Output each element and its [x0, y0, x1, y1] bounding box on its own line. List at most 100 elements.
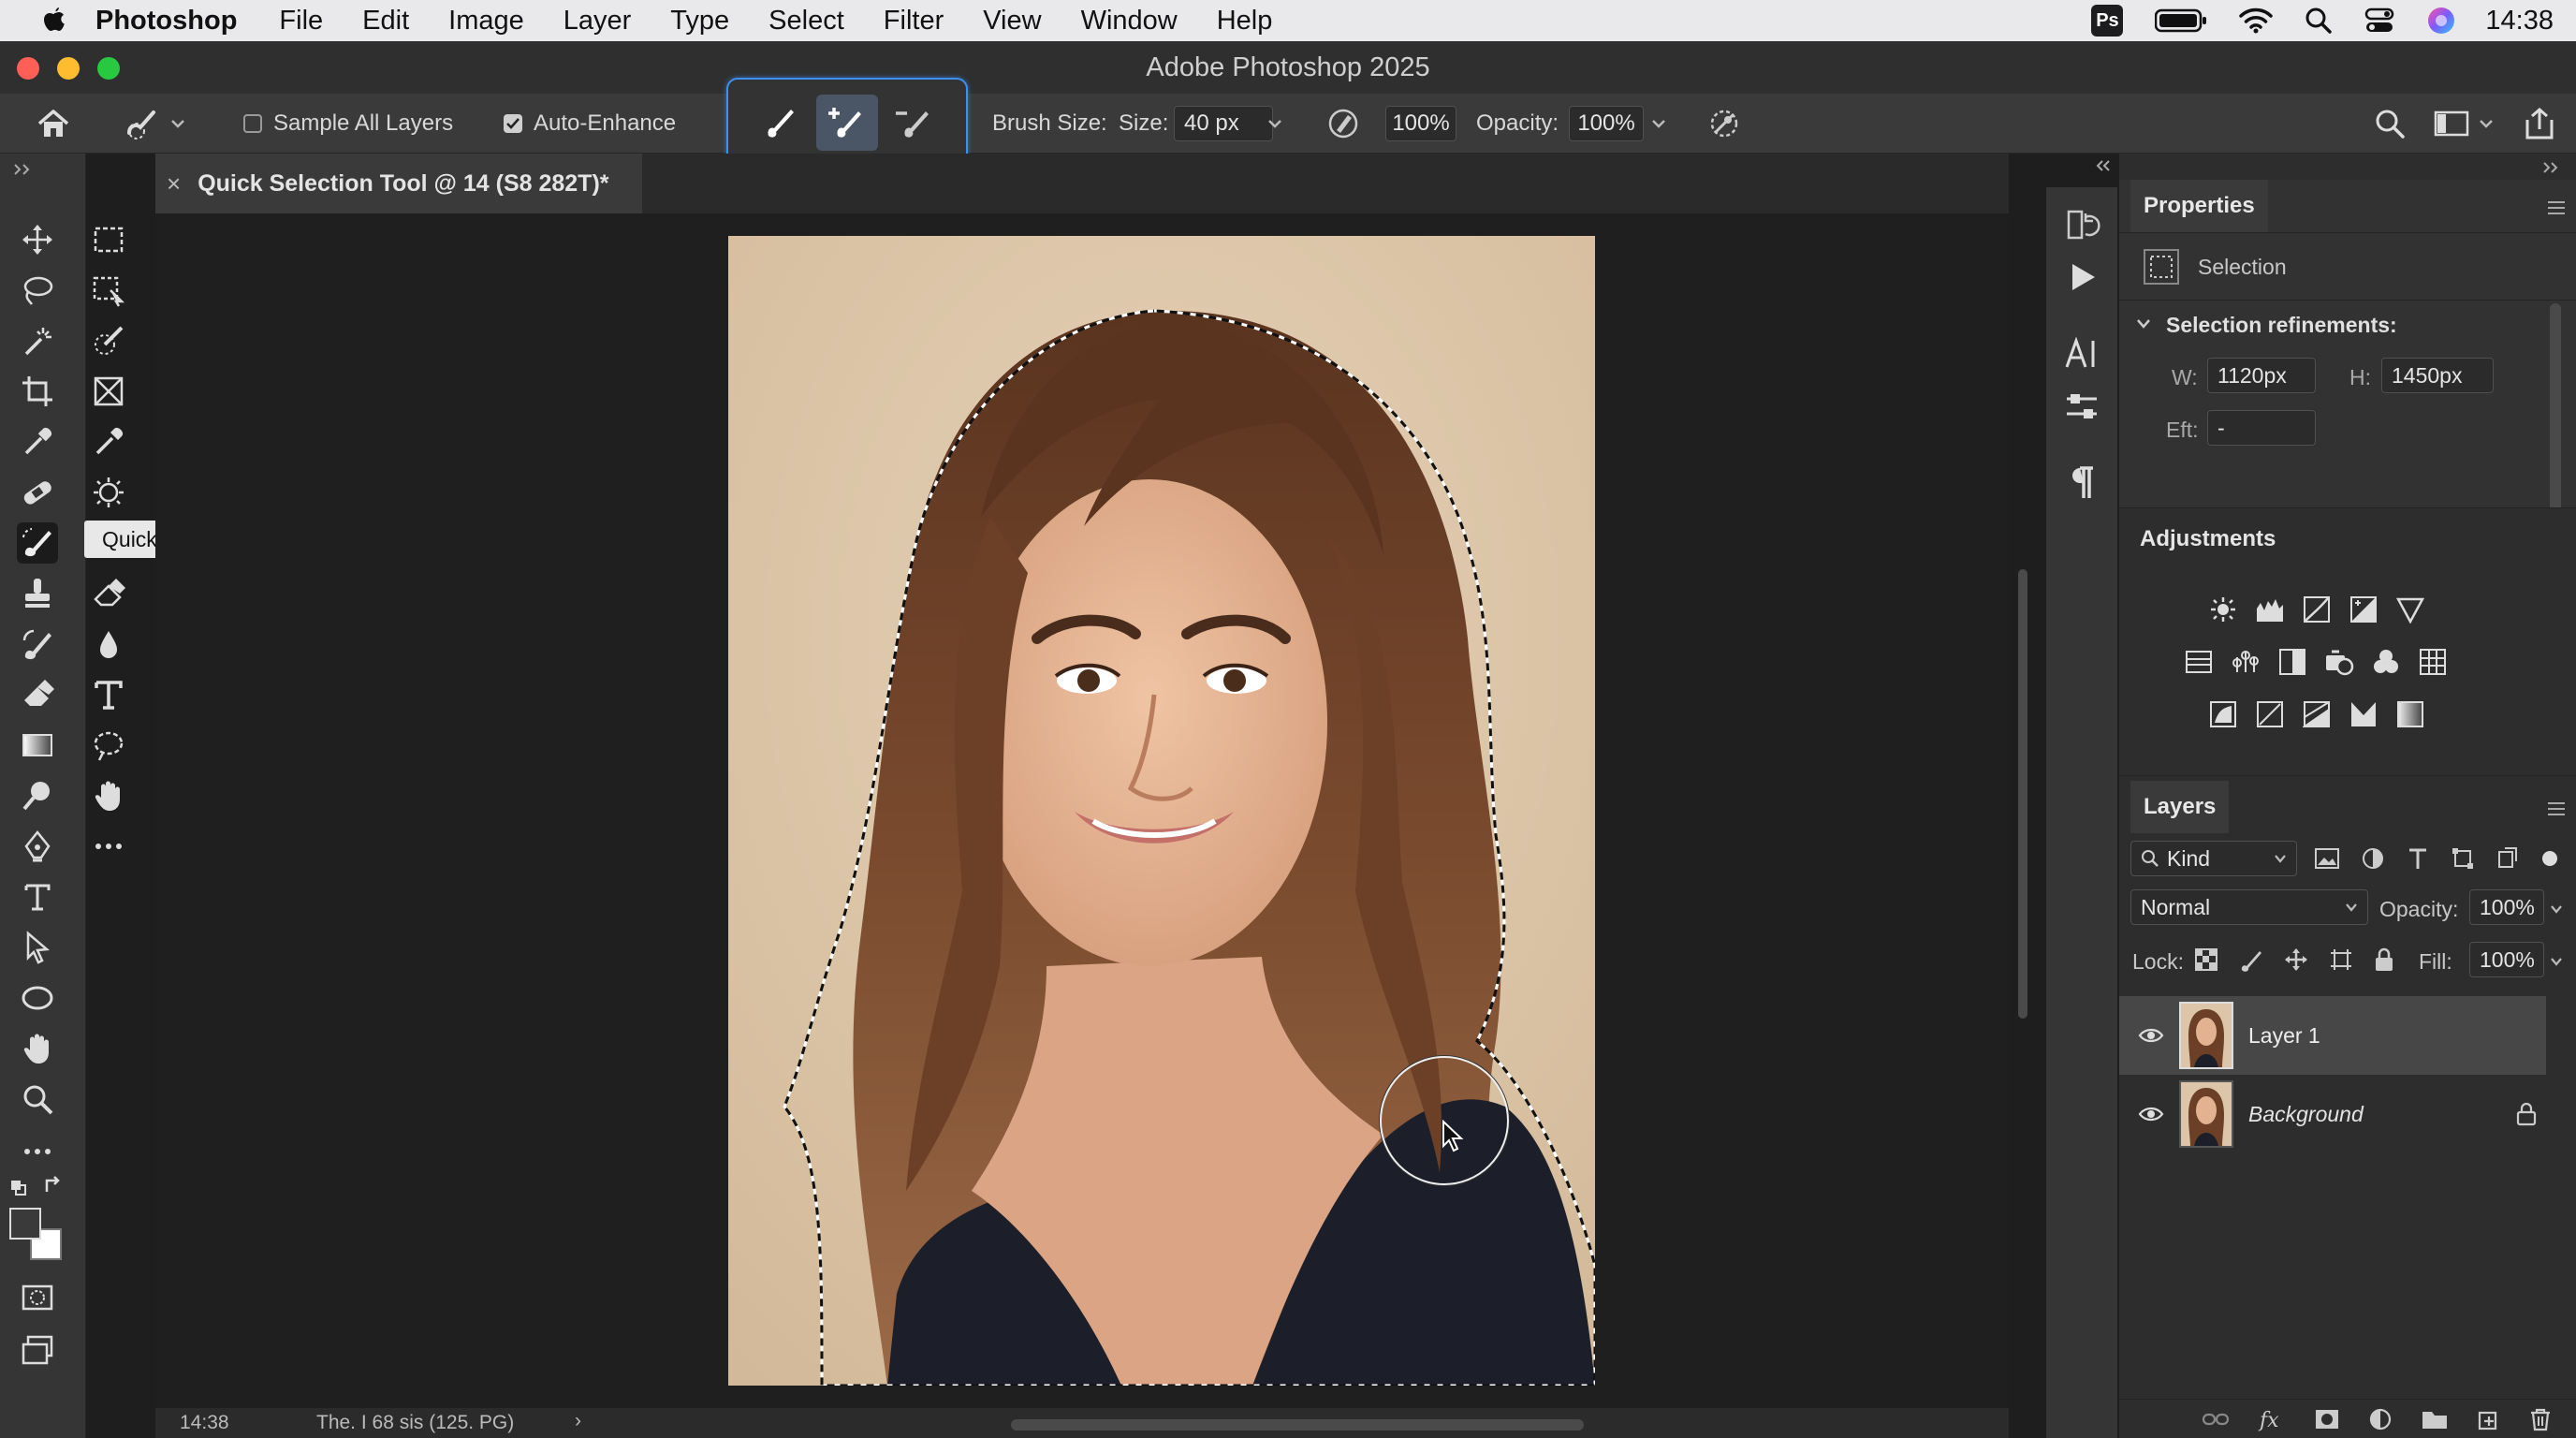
- adjustment-layer-icon[interactable]: [2368, 1407, 2393, 1431]
- color-balance-button[interactable]: [2230, 646, 2261, 678]
- hand-tool-alt[interactable]: [88, 775, 129, 816]
- more-tools-button[interactable]: [88, 826, 129, 867]
- app-menu[interactable]: Photoshop: [84, 6, 259, 37]
- minimize-window-button[interactable]: [57, 57, 80, 80]
- black-white-button[interactable]: [2276, 646, 2308, 678]
- close-tab-icon[interactable]: ×: [167, 169, 181, 198]
- layer-row-layer-1[interactable]: Layer 1: [2119, 996, 2546, 1075]
- edit-toolbar-button[interactable]: [17, 1131, 58, 1172]
- brush-size-dropdown[interactable]: [1267, 94, 1282, 154]
- expand-toolbox-icon[interactable]: [13, 163, 32, 176]
- fx-icon[interactable]: fx: [2258, 1407, 2286, 1431]
- type-tool[interactable]: [17, 876, 58, 917]
- eye-icon[interactable]: [2138, 1026, 2164, 1045]
- quick-selection-tool[interactable]: [17, 522, 58, 564]
- gradient-map-button[interactable]: [2394, 698, 2426, 730]
- quick-mask-button[interactable]: [17, 1277, 58, 1318]
- selective-color-button[interactable]: [2348, 698, 2379, 730]
- lock-artboard-icon[interactable]: [2329, 947, 2353, 972]
- eyedropper-tool[interactable]: [17, 421, 58, 462]
- paragraph-panel-button[interactable]: [2063, 464, 2100, 502]
- document-tab[interactable]: × Quick Selection Tool @ 14 (S8 282T)*: [155, 154, 642, 213]
- exposure-button[interactable]: [2348, 594, 2379, 625]
- type-tool-alt[interactable]: [88, 674, 129, 715]
- filter-toggle-icon[interactable]: [2540, 846, 2559, 871]
- trash-icon[interactable]: [2529, 1407, 2552, 1431]
- menu-image[interactable]: Image: [429, 6, 544, 37]
- brush-size-field[interactable]: 40 px: [1174, 106, 1273, 141]
- link-layers-icon[interactable]: [2202, 1411, 2230, 1428]
- layer-filter-dropdown[interactable]: Kind: [2130, 841, 2297, 876]
- collapse-panels-icon[interactable]: [2542, 161, 2559, 174]
- chevron-down-icon[interactable]: [2550, 904, 2563, 914]
- wifi-icon[interactable]: [2239, 7, 2274, 34]
- eraser-alt-tool[interactable]: [88, 573, 129, 614]
- lasso-tool[interactable]: [17, 270, 58, 311]
- rectangular-marquee-tool[interactable]: [88, 219, 129, 260]
- color-sampler-tool[interactable]: [88, 421, 129, 462]
- sample-all-layers-checkbox[interactable]: Sample All Layers: [243, 94, 453, 154]
- threshold-button[interactable]: [2301, 698, 2333, 730]
- vibrance-button[interactable]: [2394, 594, 2426, 625]
- history-panel-button[interactable]: [2063, 206, 2100, 243]
- menu-filter[interactable]: Filter: [864, 6, 963, 37]
- actions-panel-button[interactable]: [2063, 258, 2100, 296]
- photo-filter-button[interactable]: [2323, 646, 2355, 678]
- foreground-color-swatch[interactable]: [9, 1208, 41, 1240]
- lock-position-icon[interactable]: [2284, 947, 2308, 972]
- menu-view[interactable]: View: [963, 6, 1061, 37]
- fill-field[interactable]: 100%: [2469, 942, 2544, 977]
- curves-button[interactable]: [2301, 594, 2333, 625]
- eye-icon[interactable]: [2138, 1105, 2164, 1123]
- new-layer-icon[interactable]: [2477, 1407, 2501, 1431]
- type-filter-icon[interactable]: [2406, 846, 2430, 871]
- lock-transparency-icon[interactable]: [2194, 947, 2218, 972]
- opacity-dropdown[interactable]: [1651, 94, 1666, 154]
- siri-icon[interactable]: [2426, 6, 2456, 36]
- channel-mixer-button[interactable]: [2370, 646, 2402, 678]
- shape-filter-icon[interactable]: [2451, 846, 2475, 871]
- folder-icon[interactable]: [2421, 1408, 2449, 1431]
- width-field[interactable]: 1120px: [2207, 358, 2316, 393]
- panel-menu-icon[interactable]: [2546, 801, 2567, 816]
- vertical-scrollbar[interactable]: [2018, 569, 2027, 1019]
- lock-all-icon[interactable]: [2374, 947, 2394, 972]
- sun-light-tool[interactable]: [88, 472, 129, 513]
- pen-tool[interactable]: [17, 826, 58, 867]
- spotlight-search-icon[interactable]: [2305, 7, 2333, 35]
- menu-type[interactable]: Type: [651, 6, 749, 37]
- character-panel-button[interactable]: [2063, 335, 2100, 373]
- opacity-field[interactable]: 100%: [1569, 106, 1644, 141]
- layer-row-background[interactable]: Background: [2119, 1075, 2576, 1153]
- eft-field[interactable]: -: [2207, 410, 2316, 446]
- chevron-down-icon[interactable]: [2136, 318, 2151, 330]
- swap-colors-controls[interactable]: [6, 1168, 66, 1202]
- battery-icon[interactable]: [2155, 8, 2207, 33]
- object-selection-tool[interactable]: [88, 270, 129, 311]
- menu-edit[interactable]: Edit: [343, 6, 429, 37]
- frame-tool[interactable]: [88, 371, 129, 412]
- menu-bar-clock[interactable]: 14:38: [2485, 6, 2554, 37]
- screen-mode-button[interactable]: [17, 1329, 58, 1371]
- photoshop-status-icon[interactable]: Ps: [2091, 5, 2124, 37]
- zoom-window-button[interactable]: [97, 57, 120, 80]
- clone-stamp-tool[interactable]: [17, 573, 58, 614]
- properties-tab[interactable]: Properties: [2130, 180, 2268, 232]
- auto-enhance-box[interactable]: [504, 114, 522, 133]
- layer-opacity-field[interactable]: 100%: [2469, 889, 2544, 925]
- share-button[interactable]: [2524, 94, 2555, 154]
- glyphs-panel-button[interactable]: [2063, 388, 2100, 425]
- ellipse-tool[interactable]: [17, 977, 58, 1019]
- menu-file[interactable]: File: [259, 6, 343, 37]
- apple-menu-icon[interactable]: [0, 6, 84, 36]
- add-mask-icon[interactable]: [2314, 1408, 2340, 1431]
- menu-window[interactable]: Window: [1061, 6, 1197, 37]
- invert-button[interactable]: [2207, 698, 2239, 730]
- menu-select[interactable]: Select: [749, 6, 864, 37]
- move-tool[interactable]: [17, 219, 58, 260]
- dodge-tool[interactable]: [17, 775, 58, 816]
- blend-mode-dropdown[interactable]: Normal: [2130, 889, 2368, 925]
- image-filter-icon[interactable]: [2314, 846, 2340, 871]
- levels-button[interactable]: [2254, 594, 2286, 625]
- new-selection-button[interactable]: [749, 95, 811, 151]
